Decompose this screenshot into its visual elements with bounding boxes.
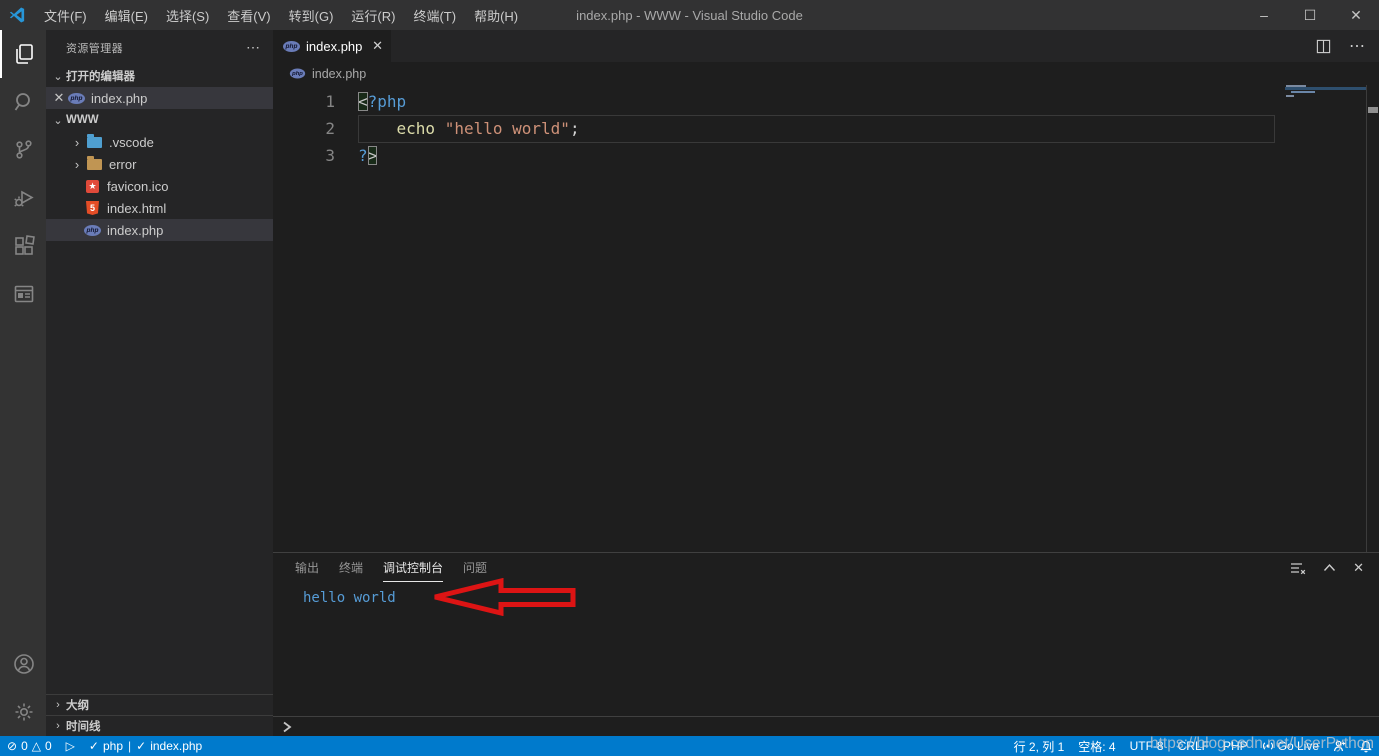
split-editor-icon[interactable]: [1316, 39, 1331, 54]
activity-bar: [0, 30, 46, 736]
php-file-icon: php: [84, 222, 101, 238]
bell-icon: [1360, 740, 1372, 753]
minimize-button[interactable]: –: [1241, 0, 1287, 30]
prompt-chevron-icon: [282, 721, 292, 733]
editor-group: php index.php ✕ ⋯ php index.php: [273, 30, 1379, 736]
editor-scrollbar[interactable]: [1366, 85, 1379, 552]
tree-item-favicon[interactable]: ★ favicon.ico: [46, 175, 273, 197]
code-line-2: 2 echo "hello world";: [273, 115, 1379, 142]
account-icon[interactable]: [0, 640, 46, 688]
status-bar: ⊘ 0 △ 0 ▷ ✓ php | ✓ index.php 行 2, 列 1 空…: [0, 736, 1379, 756]
close-tab-icon[interactable]: ✕: [372, 38, 383, 54]
tree-item-error[interactable]: › error: [46, 153, 273, 175]
chevron-right-icon: ›: [50, 720, 66, 732]
code-line-3: 3 ?>: [273, 142, 1379, 169]
chevron-down-icon: ⌄: [50, 70, 66, 83]
outline-section[interactable]: › 大纲: [46, 694, 273, 715]
indentation-status[interactable]: 空格: 4: [1071, 736, 1122, 756]
chevron-down-icon: ⌄: [50, 114, 66, 127]
extensions-icon[interactable]: [0, 222, 46, 270]
close-button[interactable]: ✕: [1333, 0, 1379, 30]
person-icon: [1333, 740, 1346, 752]
vscode-window: 文件(F) 编辑(E) 选择(S) 查看(V) 转到(G) 运行(R) 终端(T…: [0, 0, 1379, 756]
menu-selection[interactable]: 选择(S): [157, 0, 218, 30]
problems-status[interactable]: ⊘ 0 △ 0: [0, 736, 59, 756]
play-icon: ▷: [66, 739, 75, 753]
go-live-button[interactable]: Go Live: [1255, 736, 1326, 756]
close-editor-icon[interactable]: ✕: [50, 90, 68, 106]
open-editor-item-indexphp[interactable]: ✕ php index.php: [46, 87, 273, 109]
tree-item-indexphp[interactable]: php index.php: [46, 219, 273, 241]
error-icon: ⊘: [7, 739, 17, 753]
php-file-icon: php: [68, 90, 85, 106]
php-status[interactable]: ✓ php | ✓ index.php: [82, 736, 209, 756]
menu-file[interactable]: 文件(F): [35, 0, 96, 30]
breadcrumb[interactable]: php index.php: [273, 62, 1379, 85]
panel-tab-output[interactable]: 输出: [295, 553, 319, 582]
title-bar: 文件(F) 编辑(E) 选择(S) 查看(V) 转到(G) 运行(R) 终端(T…: [0, 0, 1379, 30]
vscode-logo-icon: [8, 6, 26, 24]
run-status-button[interactable]: ▷: [59, 736, 82, 756]
menu-edit[interactable]: 编辑(E): [96, 0, 157, 30]
menu-help[interactable]: 帮助(H): [465, 0, 527, 30]
maximize-button[interactable]: ☐: [1287, 0, 1333, 30]
explorer-icon[interactable]: [0, 30, 46, 78]
maximize-panel-icon[interactable]: [1323, 563, 1336, 572]
bottom-panel: 输出 终端 调试控制台 问题 ✕: [273, 552, 1379, 736]
notifications-button[interactable]: [1353, 736, 1379, 756]
folder-www-header[interactable]: ⌄ WWW: [46, 109, 273, 131]
language-status[interactable]: PHP: [1216, 736, 1255, 756]
chevron-right-icon: ›: [68, 157, 86, 172]
run-debug-icon[interactable]: [0, 174, 46, 222]
chevron-right-icon: ›: [50, 699, 66, 711]
settings-gear-icon[interactable]: [0, 688, 46, 736]
check-icon: ✓: [136, 739, 146, 753]
feedback-button[interactable]: [1326, 736, 1353, 756]
clear-console-icon[interactable]: [1290, 561, 1306, 575]
panel-tab-terminal[interactable]: 终端: [339, 553, 363, 582]
php-file-icon: php: [289, 66, 306, 82]
check-icon: ✓: [89, 739, 99, 753]
timeline-section[interactable]: › 时间线: [46, 715, 273, 736]
debug-console-output[interactable]: hello world: [273, 582, 1379, 716]
code-editor[interactable]: 1 <?php 2 echo "hello world"; 3 ?>: [273, 85, 1379, 552]
cursor-position-status[interactable]: 行 2, 列 1: [1007, 736, 1072, 756]
close-panel-icon[interactable]: ✕: [1353, 560, 1364, 576]
code-line-1: 1 <?php: [273, 88, 1379, 115]
favicon-file-icon: ★: [84, 178, 101, 194]
menu-view[interactable]: 查看(V): [218, 0, 279, 30]
console-output-text: hello world: [303, 590, 396, 606]
sidebar-more-actions-icon[interactable]: ⋯: [246, 39, 261, 56]
encoding-status[interactable]: UTF-8: [1123, 736, 1171, 756]
explorer-sidebar: 资源管理器 ⋯ ⌄ 打开的编辑器 ✕ php index.php ⌄ WWW ›…: [46, 30, 273, 736]
php-file-icon: php: [283, 38, 300, 54]
vscode-folder-icon: [86, 134, 103, 150]
open-editors-header[interactable]: ⌄ 打开的编辑器: [46, 65, 273, 87]
tree-item-vscode[interactable]: › .vscode: [46, 131, 273, 153]
chevron-right-icon: ›: [68, 135, 86, 150]
browser-preview-icon[interactable]: [0, 270, 46, 318]
source-control-icon[interactable]: [0, 126, 46, 174]
eol-status[interactable]: CRLF: [1171, 736, 1216, 756]
window-title: index.php - WWW - Visual Studio Code: [576, 8, 803, 23]
broadcast-icon: [1262, 740, 1274, 752]
minimap[interactable]: [1283, 85, 1366, 552]
editor-tab-bar: php index.php ✕ ⋯: [273, 30, 1379, 62]
sidebar-title: 资源管理器: [66, 40, 123, 56]
editor-more-actions-icon[interactable]: ⋯: [1349, 36, 1365, 56]
tree-item-indexhtml[interactable]: 5 index.html: [46, 197, 273, 219]
warning-icon: △: [32, 739, 41, 753]
debug-console-input[interactable]: [273, 716, 1379, 736]
folder-icon: [86, 156, 103, 172]
html-file-icon: 5: [84, 200, 101, 216]
tab-indexphp[interactable]: php index.php ✕: [273, 30, 391, 62]
menu-go[interactable]: 转到(G): [280, 0, 343, 30]
search-icon[interactable]: [0, 78, 46, 126]
red-arrow-annotation: [429, 578, 579, 616]
scrollbar-thumb[interactable]: [1368, 107, 1378, 113]
menu-run[interactable]: 运行(R): [342, 0, 404, 30]
menu-terminal[interactable]: 终端(T): [404, 0, 465, 30]
